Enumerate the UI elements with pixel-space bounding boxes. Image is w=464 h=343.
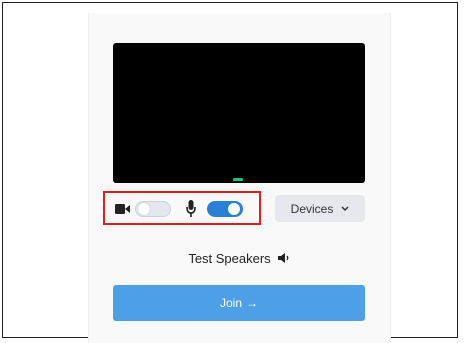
join-button-label: Join [219,296,242,310]
pre-join-panel: Devices Test Speakers Join → [88,13,391,343]
speaker-icon [277,253,289,263]
microphone-icon[interactable] [186,200,196,218]
arrow-right-icon: → [246,296,258,310]
devices-button-label: Devices [290,201,334,216]
window-frame: Devices Test Speakers Join → [2,2,458,343]
video-indicator [233,178,243,181]
video-preview [113,43,365,183]
test-speakers-link[interactable]: Test Speakers [89,249,389,267]
devices-button[interactable]: Devices [275,195,365,222]
chevron-down-icon [341,205,349,211]
camera-toggle[interactable] [135,201,171,217]
test-speakers-label: Test Speakers [188,250,271,266]
video-camera-icon[interactable] [115,203,131,215]
camera-toggle-knob [138,203,150,215]
microphone-toggle-knob [228,203,240,215]
join-button[interactable]: Join → [113,285,365,321]
microphone-toggle[interactable] [207,201,243,217]
